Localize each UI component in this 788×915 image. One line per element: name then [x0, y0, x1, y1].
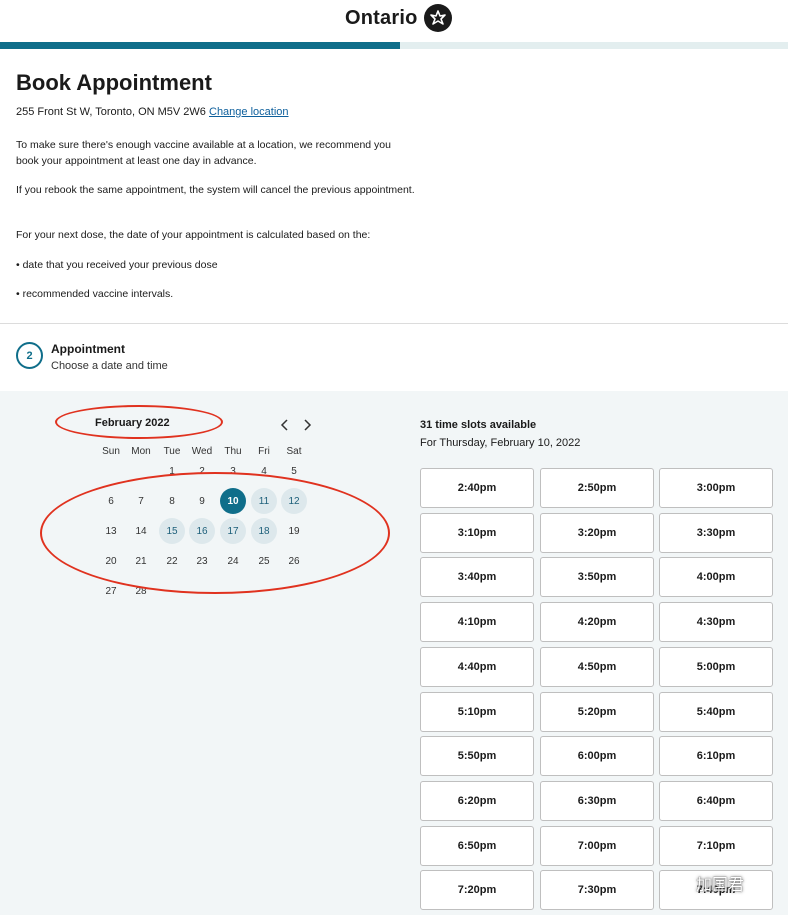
time-slot-button[interactable]: 5:20pm — [540, 692, 654, 732]
calendar-day: 21 — [135, 555, 147, 567]
calendar-day-available[interactable]: 17 — [220, 518, 246, 544]
rebook-paragraph: If you rebook the same appointment, the … — [16, 184, 415, 196]
time-slot-button[interactable]: 3:10pm — [420, 513, 534, 553]
calendar-day: 7 — [138, 495, 144, 507]
time-slot-button[interactable]: 5:40pm — [659, 692, 773, 732]
weekday-label: Sat — [286, 446, 302, 457]
calendar-day-available[interactable]: 11 — [251, 488, 277, 514]
time-slot-button[interactable]: 7:10pm — [659, 826, 773, 866]
site-header: Ontario — [0, 0, 788, 42]
next-dose-paragraph: For your next dose, the date of your app… — [16, 229, 371, 241]
time-slot-button[interactable]: 4:50pm — [540, 647, 654, 687]
calendar-day-selected[interactable]: 10 — [220, 488, 246, 514]
time-slot-button[interactable]: 6:20pm — [420, 781, 534, 821]
time-slot-button[interactable]: 5:50pm — [420, 736, 534, 776]
calendar-day: 4 — [261, 465, 267, 477]
trillium-logo-icon — [423, 4, 452, 32]
address-text: 255 Front St W, Toronto, ON M5V 2W6 — [16, 106, 206, 118]
calendar-day: 20 — [105, 555, 117, 567]
time-slot-button[interactable]: 3:20pm — [540, 513, 654, 553]
time-slot-button[interactable]: 6:10pm — [659, 736, 773, 776]
weekday-label: Fri — [258, 446, 270, 457]
time-slot-button[interactable]: 7:00pm — [540, 826, 654, 866]
time-slot-button[interactable]: 6:00pm — [540, 736, 654, 776]
watermark-text: 加国君 — [696, 877, 745, 894]
location-address: 255 Front St W, Toronto, ON M5V 2W6 Chan… — [16, 106, 289, 118]
chevron-left-icon[interactable] — [279, 418, 291, 432]
calendar-day: 27 — [105, 585, 117, 597]
weekday-label: Thu — [224, 446, 242, 457]
time-slot-button[interactable]: 3:30pm — [659, 513, 773, 553]
time-slot-button[interactable]: 3:40pm — [420, 557, 534, 597]
calendar-day: 2 — [199, 465, 205, 477]
weekday-label: Mon — [131, 446, 151, 457]
calendar-day: 5 — [291, 465, 297, 477]
time-slot-button[interactable]: 4:30pm — [659, 602, 773, 642]
calendar-day: 19 — [288, 525, 300, 537]
advance-booking-paragraph: To make sure there's enough vaccine avai… — [16, 139, 391, 167]
time-slot-button[interactable]: 4:10pm — [420, 602, 534, 642]
calendar-day: 8 — [169, 495, 175, 507]
time-slot-button[interactable]: 4:00pm — [659, 557, 773, 597]
time-slot-button[interactable]: 4:40pm — [420, 647, 534, 687]
time-slot-button[interactable]: 5:10pm — [420, 692, 534, 732]
calendar-day: 22 — [166, 555, 178, 567]
weekday-label: Sun — [102, 446, 120, 457]
step-number-badge: 2 — [16, 342, 43, 369]
time-slot-button[interactable]: 2:50pm — [540, 468, 654, 508]
time-slot-button[interactable]: 3:50pm — [540, 557, 654, 597]
bullet-vaccine-intervals: • recommended vaccine intervals. — [16, 288, 174, 300]
calendar-day-available[interactable]: 15 — [159, 518, 185, 544]
time-slot-button[interactable]: 5:00pm — [659, 647, 773, 687]
brand-name: Ontario — [345, 6, 418, 29]
progress-bar-fill — [0, 42, 401, 49]
calendar-day: 28 — [135, 585, 147, 597]
calendar-day-available[interactable]: 18 — [251, 518, 277, 544]
calendar-month-label: February 2022 — [95, 417, 170, 429]
wechat-icon — [669, 875, 689, 891]
step-subtitle: Choose a date and time — [51, 360, 168, 372]
time-slot-button[interactable]: 3:00pm — [659, 468, 773, 508]
slots-count: 31 time slots available — [420, 419, 537, 431]
calendar-day: 24 — [227, 555, 239, 567]
calendar-day: 25 — [258, 555, 270, 567]
calendar-day: 23 — [196, 555, 208, 567]
time-slot-button[interactable]: 7:30pm — [540, 870, 654, 910]
calendar-day: 13 — [105, 525, 117, 537]
bullet-previous-dose: • date that you received your previous d… — [16, 259, 218, 271]
time-slot-button[interactable]: 2:40pm — [420, 468, 534, 508]
calendar-day: 9 — [199, 495, 205, 507]
watermark: 加国君 — [668, 871, 744, 895]
calendar-day: 14 — [135, 525, 147, 537]
section-divider — [0, 323, 788, 324]
time-slot-button[interactable]: 6:40pm — [659, 781, 773, 821]
progress-bar — [0, 42, 788, 49]
calendar-day: 3 — [230, 465, 236, 477]
weekday-label: Tue — [163, 446, 181, 457]
slots-date-label: For Thursday, February 10, 2022 — [420, 437, 581, 449]
change-location-link[interactable]: Change location — [209, 106, 289, 118]
step-title: Appointment — [51, 342, 125, 356]
time-slot-button[interactable]: 7:20pm — [420, 870, 534, 910]
calendar-day: 26 — [288, 555, 300, 567]
calendar-day-available[interactable]: 16 — [189, 518, 215, 544]
time-slot-button[interactable]: 6:50pm — [420, 826, 534, 866]
ontario-brand[interactable]: Ontario — [345, 4, 452, 32]
time-slot-button[interactable]: 4:20pm — [540, 602, 654, 642]
calendar-day-available[interactable]: 12 — [281, 488, 307, 514]
page-title: Book Appointment — [16, 70, 212, 95]
chevron-right-icon[interactable] — [301, 418, 313, 432]
time-slot-button[interactable]: 6:30pm — [540, 781, 654, 821]
calendar-day: 1 — [169, 465, 175, 477]
weekday-label: Wed — [191, 446, 213, 457]
calendar-day: 6 — [108, 495, 114, 507]
